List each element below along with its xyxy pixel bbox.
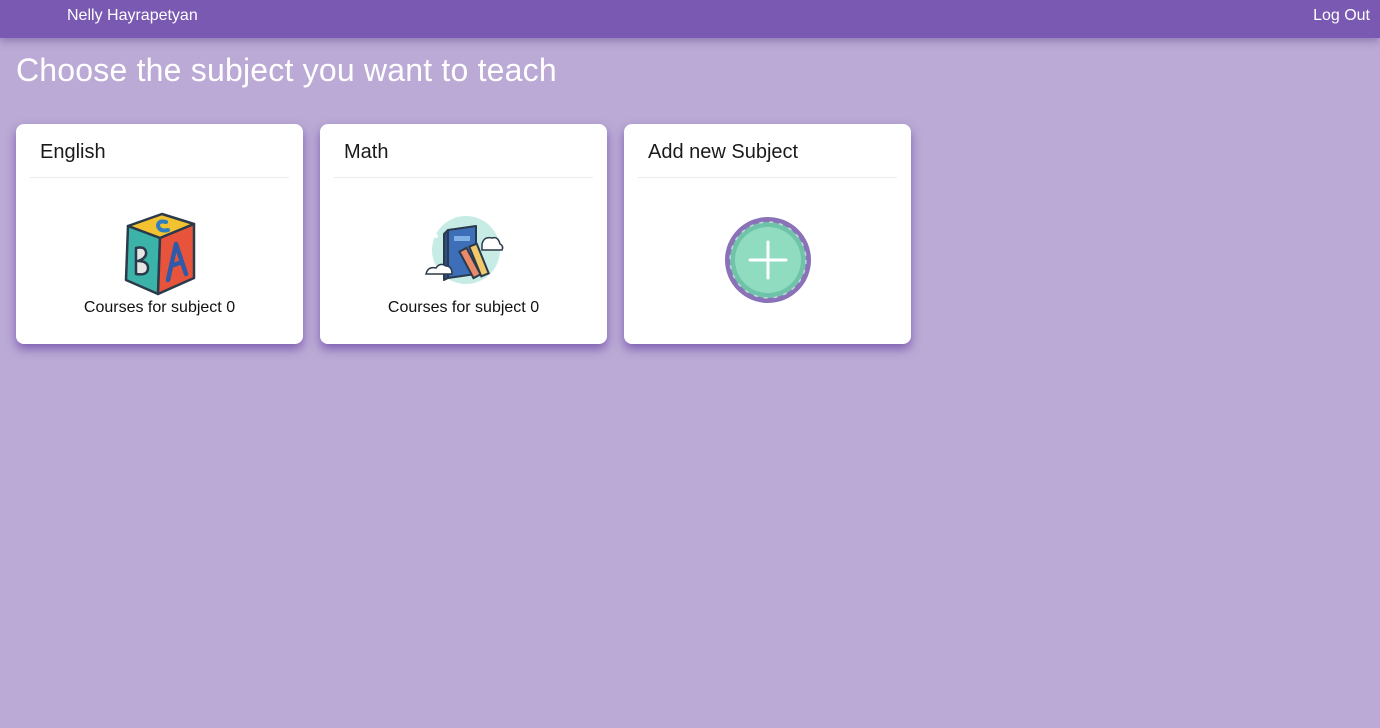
user-name[interactable]: Nelly Hayrapetyan: [67, 7, 198, 25]
math-book-icon: [424, 216, 503, 284]
subject-title: Math: [344, 141, 389, 163]
logout-link[interactable]: Log Out: [1313, 7, 1370, 25]
plus-circle-icon[interactable]: [723, 215, 813, 305]
card-header: Add new Subject: [638, 124, 897, 178]
subject-title: English: [40, 141, 106, 163]
card-header: English: [30, 124, 289, 178]
courses-count: Courses for subject 0: [83, 299, 236, 316]
subject-card-english[interactable]: English Courses for subject 0: [16, 124, 303, 344]
abc-block-icon: [124, 212, 195, 296]
add-subject-title: Add new Subject: [648, 141, 799, 163]
courses-count: Courses for subject 0: [387, 299, 540, 316]
subject-cards: English Courses for subject 0 Math Cours…: [16, 124, 911, 344]
card-header: Math: [334, 124, 593, 178]
page-title: Choose the subject you want to teach: [16, 52, 557, 88]
top-navbar: Nelly Hayrapetyan Log Out: [0, 0, 1380, 38]
subject-card-math[interactable]: Math Courses for subject 0: [320, 124, 607, 344]
add-subject-card[interactable]: Add new Subject: [624, 124, 911, 344]
